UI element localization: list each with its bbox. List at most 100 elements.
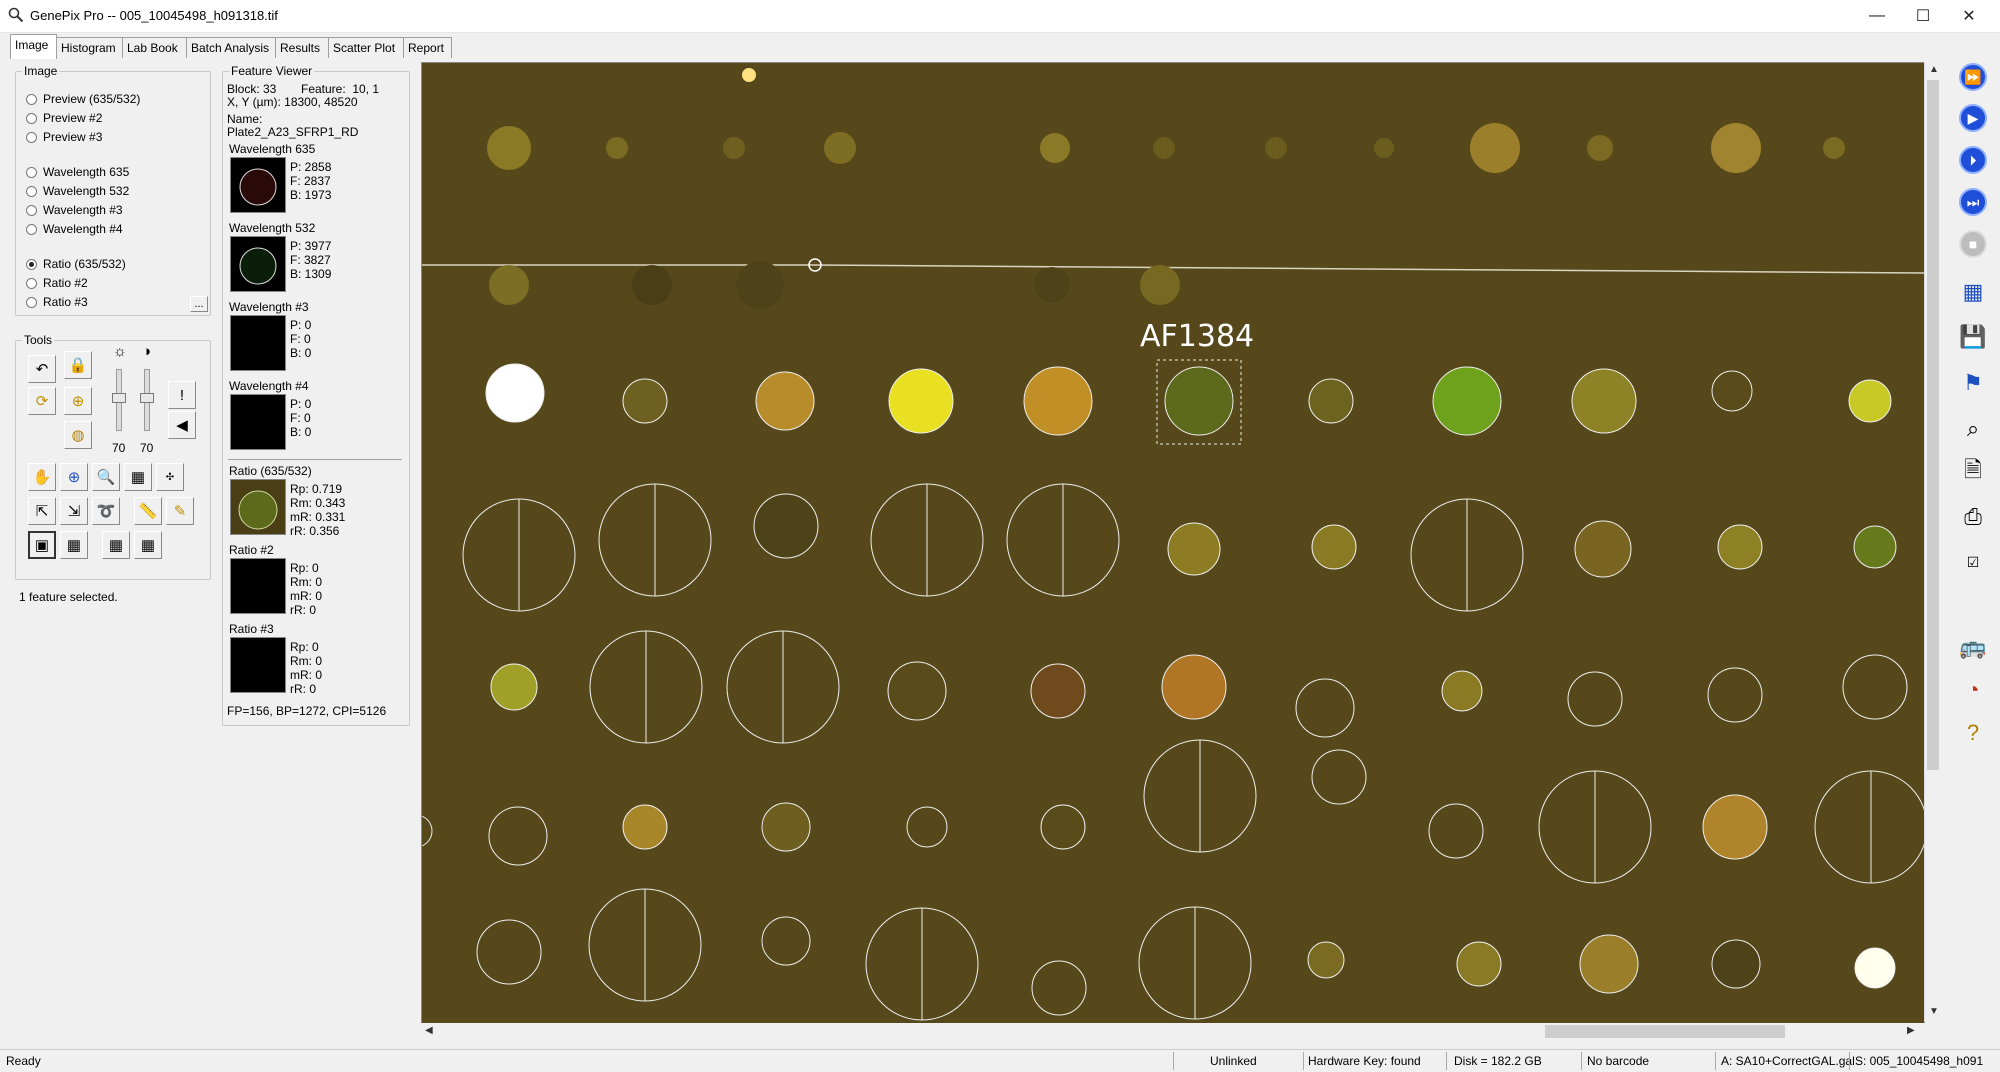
radio-wavelength-635[interactable]: Wavelength 635 bbox=[26, 165, 129, 179]
alert-icon[interactable]: ! bbox=[168, 381, 196, 409]
spot[interactable] bbox=[1717, 524, 1763, 570]
spot[interactable] bbox=[1153, 137, 1175, 159]
spot[interactable] bbox=[1571, 368, 1637, 434]
play-button[interactable]: ▶ bbox=[1956, 101, 1990, 135]
spot[interactable] bbox=[1711, 123, 1761, 173]
compass-icon[interactable]: ✣ bbox=[156, 463, 184, 491]
edit-block-icon[interactable]: ▦ bbox=[134, 531, 162, 559]
feature-grid-icon[interactable]: ▦ bbox=[60, 531, 88, 559]
rotate-icon[interactable]: ⟳ bbox=[28, 387, 56, 415]
empty-feature-circle[interactable] bbox=[422, 815, 433, 847]
empty-feature-circle[interactable] bbox=[1842, 654, 1908, 720]
maximize-button[interactable]: ☐ bbox=[1900, 0, 1946, 32]
skip-button[interactable]: ⏭ bbox=[1956, 185, 1990, 219]
empty-feature-circle[interactable] bbox=[1311, 749, 1367, 805]
gauge-button[interactable]: ◔ bbox=[1956, 673, 1990, 707]
spot[interactable] bbox=[1711, 370, 1753, 412]
spot[interactable] bbox=[888, 368, 954, 434]
spot[interactable] bbox=[1711, 939, 1761, 989]
tab-batch-analysis[interactable]: Batch Analysis bbox=[186, 37, 276, 58]
radio-preview-635-532[interactable]: Preview (635/532) bbox=[26, 92, 140, 106]
spot[interactable] bbox=[489, 265, 529, 305]
spot[interactable] bbox=[1579, 934, 1639, 994]
radio-preview-3[interactable]: Preview #3 bbox=[26, 130, 102, 144]
flag-button[interactable]: ⚑ bbox=[1956, 366, 1990, 400]
zoom-target-icon[interactable]: ⊕ bbox=[60, 463, 88, 491]
bus-button[interactable]: 🚌 bbox=[1956, 630, 1990, 664]
spot[interactable] bbox=[1161, 654, 1227, 720]
spot[interactable] bbox=[1034, 267, 1070, 303]
radio-wavelength-3[interactable]: Wavelength #3 bbox=[26, 203, 123, 217]
undo-icon[interactable]: ↶ bbox=[28, 355, 56, 383]
horizontal-scroll-thumb[interactable] bbox=[1545, 1025, 1785, 1038]
empty-feature-circle[interactable] bbox=[1295, 678, 1355, 738]
horizontal-scrollbar[interactable]: ◀ ▶ bbox=[421, 1023, 1941, 1040]
palette-icon[interactable]: ◍ bbox=[64, 421, 92, 449]
spot[interactable] bbox=[1308, 378, 1354, 424]
microarray-spot-layer[interactable] bbox=[422, 63, 1924, 1023]
microarray-image-viewer[interactable]: AF1384 bbox=[421, 62, 1925, 1024]
spot[interactable] bbox=[723, 137, 745, 159]
spot[interactable] bbox=[824, 132, 856, 164]
spot[interactable] bbox=[1574, 520, 1632, 578]
empty-feature-circle[interactable] bbox=[1814, 770, 1924, 884]
close-button[interactable]: ✕ bbox=[1946, 0, 1992, 32]
spot[interactable] bbox=[1265, 137, 1287, 159]
spot[interactable] bbox=[761, 802, 811, 852]
empty-feature-circle[interactable] bbox=[1428, 803, 1484, 859]
zoom-in-icon[interactable]: 🔍 bbox=[92, 463, 120, 491]
fast-forward-button[interactable]: ⏩ bbox=[1956, 60, 1990, 94]
spot[interactable] bbox=[490, 663, 538, 711]
spot[interactable] bbox=[1823, 137, 1845, 159]
block-mode-icon[interactable]: ▣ bbox=[28, 531, 56, 559]
spot[interactable] bbox=[1311, 524, 1357, 570]
vertical-scrollbar[interactable]: ▲ ▼ bbox=[1924, 62, 1942, 1022]
hand-icon[interactable]: ✋ bbox=[28, 463, 56, 491]
spot[interactable] bbox=[1140, 265, 1180, 305]
target-icon[interactable]: ⊕ bbox=[64, 387, 92, 415]
spot[interactable] bbox=[1307, 941, 1345, 979]
vertical-scroll-thumb[interactable] bbox=[1927, 80, 1939, 770]
radio-wavelength-4[interactable]: Wavelength #4 bbox=[26, 222, 123, 236]
spot[interactable] bbox=[1854, 947, 1896, 989]
radio-ratio-3[interactable]: Ratio #3 bbox=[26, 295, 88, 309]
options-button[interactable]: ☑ bbox=[1956, 545, 1990, 579]
tab-report[interactable]: Report bbox=[403, 37, 452, 58]
scroll-left-icon[interactable]: ◀ bbox=[425, 1025, 433, 1036]
tab-results[interactable]: Results bbox=[275, 37, 329, 58]
pointer-add-icon[interactable]: ⇲ bbox=[60, 497, 88, 525]
spot[interactable] bbox=[1040, 804, 1086, 850]
contrast-slider-thumb[interactable] bbox=[140, 393, 154, 403]
spot[interactable] bbox=[487, 126, 531, 170]
lasso-icon[interactable]: ➰ bbox=[92, 497, 120, 525]
spot[interactable] bbox=[1848, 379, 1892, 423]
scroll-down-icon[interactable]: ▼ bbox=[1929, 1006, 1939, 1017]
spot[interactable] bbox=[1587, 135, 1613, 161]
spot[interactable] bbox=[736, 261, 784, 309]
empty-feature-circle[interactable] bbox=[906, 806, 948, 848]
find-button[interactable]: ⌕ bbox=[1956, 412, 1990, 446]
spot[interactable] bbox=[622, 378, 668, 424]
spot[interactable] bbox=[1456, 941, 1502, 987]
step-button[interactable]: ⏵ bbox=[1956, 143, 1990, 177]
brightness-slider-thumb[interactable] bbox=[112, 393, 126, 403]
tab-histogram[interactable]: Histogram bbox=[56, 37, 123, 58]
spot[interactable] bbox=[632, 265, 672, 305]
spot[interactable] bbox=[1374, 138, 1394, 158]
scanner-button[interactable]: ⎙ bbox=[1956, 500, 1990, 534]
radio-wavelength-532[interactable]: Wavelength 532 bbox=[26, 184, 129, 198]
calculator-button[interactable]: ▦ bbox=[1956, 275, 1990, 309]
spot[interactable] bbox=[1441, 670, 1483, 712]
spot[interactable] bbox=[1040, 133, 1070, 163]
radio-ratio-2[interactable]: Ratio #2 bbox=[26, 276, 88, 290]
empty-feature-circle[interactable] bbox=[1031, 960, 1087, 1016]
spot[interactable] bbox=[753, 493, 819, 559]
spot[interactable] bbox=[1167, 522, 1221, 576]
scroll-right-icon[interactable]: ▶ bbox=[1907, 1025, 1915, 1036]
save-button[interactable]: 💾 bbox=[1956, 320, 1990, 354]
spot[interactable] bbox=[1702, 794, 1768, 860]
radio-ratio-635-532[interactable]: Ratio (635/532) bbox=[26, 257, 126, 271]
spot[interactable] bbox=[606, 137, 628, 159]
spot[interactable] bbox=[755, 371, 815, 431]
lock-icon[interactable]: 🔒 bbox=[64, 351, 92, 379]
